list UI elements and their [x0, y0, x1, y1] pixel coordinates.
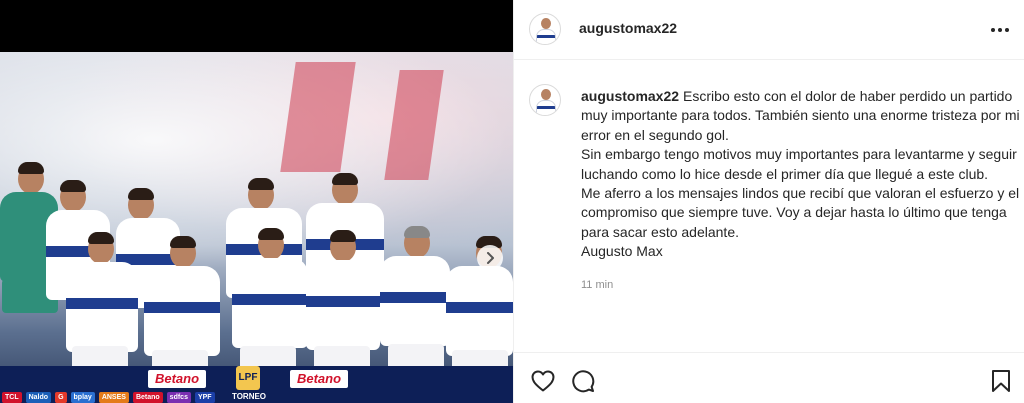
sponsor-logo: ANSES [98, 392, 129, 403]
caption-text: augustomax22 Escribo esto con el dolor de… [581, 87, 1021, 262]
instagram-post-view: Betano LPF TORNEO Betano TCL Naldo G bpl… [0, 0, 1024, 403]
sponsor-logo: G [55, 392, 67, 403]
sponsor-logo: Naldo [25, 392, 52, 403]
next-image-button[interactable] [477, 245, 503, 271]
sponsor-logo: TCL [2, 392, 22, 403]
team-photo [0, 52, 513, 403]
avatar[interactable] [529, 13, 561, 45]
sponsor-logo: YPF [194, 392, 215, 403]
heart-icon [531, 370, 555, 392]
caption-paragraph: Sin embargo tengo motivos muy importante… [581, 146, 1017, 182]
ad-brand: Betano [290, 370, 348, 388]
post-header: augustomax22 [514, 0, 1024, 60]
bookmark-icon [992, 370, 1010, 392]
timestamp[interactable]: 11 min [581, 279, 613, 291]
caption-paragraph: Augusto Max [581, 243, 663, 260]
comment-button[interactable] [570, 368, 596, 394]
caption-paragraph: Me aferro a los mensajes lindos que reci… [581, 185, 1020, 240]
ad-brand: Betano [148, 370, 206, 388]
sponsor-logo: bplay [70, 392, 95, 403]
sponsor-logo: Betano [132, 392, 163, 403]
league-badge: LPF [236, 366, 260, 390]
caption-username-link[interactable]: augustomax22 [581, 88, 679, 104]
chevron-right-icon [487, 252, 494, 264]
caption-paragraph: augustomax22 Escribo esto con el dolor de… [581, 88, 1020, 143]
post-media: Betano LPF TORNEO Betano TCL Naldo G bpl… [0, 0, 513, 403]
media-black-bar [0, 0, 513, 50]
action-bar [514, 352, 1024, 403]
more-options-icon [991, 28, 995, 32]
sponsor-strip: TCL Naldo G bplay ANSES Betano sdfcs YPF [0, 392, 513, 403]
comment-icon [572, 370, 595, 393]
post-side-panel: augustomax22 augustomax22 Escribo esto co… [513, 0, 1024, 403]
more-options-button[interactable] [988, 18, 1012, 42]
username-link[interactable]: augustomax22 [579, 20, 677, 36]
avatar[interactable] [529, 84, 561, 116]
sponsor-logo: sdfcs [166, 392, 191, 403]
like-button[interactable] [530, 368, 556, 394]
save-button[interactable] [988, 368, 1014, 394]
